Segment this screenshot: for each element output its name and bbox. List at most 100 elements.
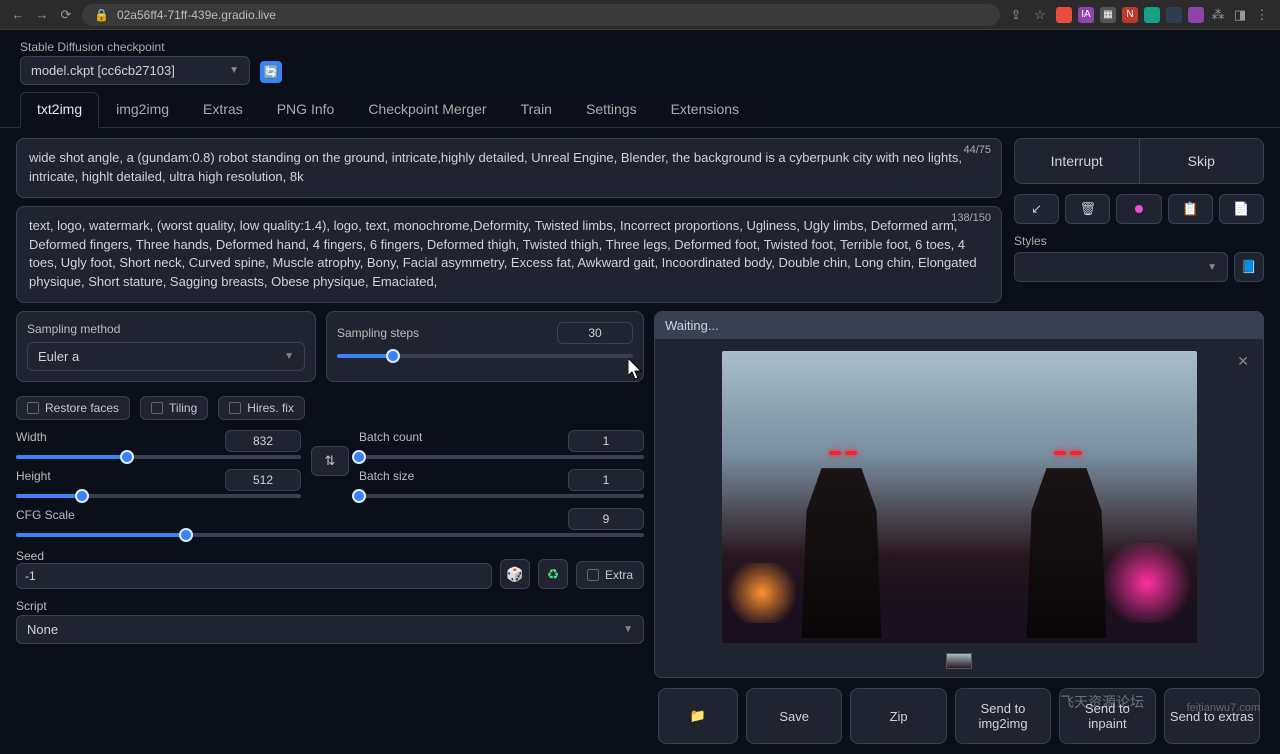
zip-button[interactable]: Zip <box>850 688 946 744</box>
ext-icon-7[interactable] <box>1188 7 1204 23</box>
seed-extra-checkbox[interactable]: Extra <box>576 561 644 589</box>
restore-faces-checkbox[interactable]: Restore faces <box>16 396 130 420</box>
apply-style-button[interactable]: 📘 <box>1234 252 1264 282</box>
batch-size-label: Batch size <box>359 469 414 491</box>
tab-txt2img[interactable]: txt2img <box>20 92 99 128</box>
share-icon[interactable]: ⇪ <box>1008 7 1024 23</box>
height-label: Height <box>16 469 51 491</box>
seed-reuse-button[interactable]: ♻ <box>538 559 568 589</box>
app-header: Stable Diffusion checkpoint model.ckpt [… <box>0 30 1280 91</box>
cfg-label: CFG Scale <box>16 508 75 530</box>
sampling-steps-value[interactable]: 30 <box>557 322 633 344</box>
generate-controls: Interrupt Skip <box>1014 138 1264 184</box>
sidepanel-icon[interactable]: ◨ <box>1232 7 1248 23</box>
clipboard-icon-button[interactable]: 📋 <box>1168 194 1213 224</box>
menu-icon[interactable]: ⋮ <box>1254 7 1270 23</box>
batch-count-label: Batch count <box>359 430 422 452</box>
tab-img2img[interactable]: img2img <box>99 92 186 128</box>
interrupt-button[interactable]: Interrupt <box>1015 139 1140 183</box>
arrow-icon-button[interactable]: ↙ <box>1014 194 1059 224</box>
close-icon[interactable]: ✕ <box>1237 353 1249 370</box>
seed-random-button[interactable]: 🎲 <box>500 559 530 589</box>
ext-icon-3[interactable]: ▦ <box>1100 7 1116 23</box>
open-folder-button[interactable]: 📁 <box>658 688 738 744</box>
reload-icon[interactable]: ⟳ <box>58 7 74 23</box>
tab-train[interactable]: Train <box>504 92 569 128</box>
reload-checkpoint-button[interactable]: 🔄 <box>260 61 282 83</box>
chevron-down-icon: ▼ <box>284 351 294 362</box>
url-text: 02a56ff4-71ff-439e.gradio.live <box>117 8 276 22</box>
sampling-method-value: Euler a <box>38 349 79 364</box>
ext-icon-1[interactable] <box>1056 7 1072 23</box>
file-icon-button[interactable]: 📄 <box>1219 194 1264 224</box>
chevron-down-icon: ▼ <box>1207 262 1217 273</box>
browser-chrome: ← → ⟳ 🔒 02a56ff4-71ff-439e.gradio.live ⇪… <box>0 0 1280 30</box>
back-icon[interactable]: ← <box>10 7 26 22</box>
width-slider[interactable] <box>16 455 301 459</box>
script-label: Script <box>16 599 644 613</box>
main-content: 44/75 wide shot angle, a (gundam:0.8) ro… <box>0 128 1280 754</box>
seed-label: Seed <box>16 549 492 563</box>
sampling-steps-label: Sampling steps <box>337 326 419 340</box>
styles-label: Styles <box>1014 234 1264 248</box>
main-tabs: txt2img img2img Extras PNG Info Checkpoi… <box>0 91 1280 128</box>
width-label: Width <box>16 430 47 452</box>
cfg-value[interactable]: 9 <box>568 508 644 530</box>
sampling-method-select[interactable]: Euler a ▼ <box>27 342 305 371</box>
checkpoint-label: Stable Diffusion checkpoint <box>20 40 250 54</box>
forward-icon[interactable]: → <box>34 7 50 22</box>
swap-dims-button[interactable]: ⇅ <box>311 446 349 476</box>
output-status: Waiting... <box>655 312 1263 339</box>
height-slider[interactable] <box>16 494 301 498</box>
chevron-down-icon: ▼ <box>229 65 239 76</box>
height-value[interactable]: 512 <box>225 469 301 491</box>
sampling-steps-slider[interactable] <box>337 354 633 358</box>
hires-fix-checkbox[interactable]: Hires. fix <box>218 396 305 420</box>
negative-prompt-textarea[interactable]: 138/150 text, logo, watermark, (worst qu… <box>16 206 1002 303</box>
send-to-extras-button[interactable]: Send to extras <box>1164 688 1260 744</box>
sampling-method-label: Sampling method <box>27 322 305 336</box>
checkpoint-select[interactable]: model.ckpt [cc6cb27103] ▼ <box>20 56 250 85</box>
output-thumbnail[interactable] <box>946 653 972 669</box>
ext-icon-6[interactable] <box>1166 7 1182 23</box>
tab-pnginfo[interactable]: PNG Info <box>260 92 352 128</box>
checkpoint-value: model.ckpt [cc6cb27103] <box>31 63 175 78</box>
extra-networks-button[interactable] <box>1116 194 1161 224</box>
watermark-1: 飞天资源论坛 <box>1060 692 1144 712</box>
output-image[interactable] <box>722 351 1197 643</box>
prompt-token-count: 44/75 <box>963 143 991 159</box>
url-bar[interactable]: 🔒 02a56ff4-71ff-439e.gradio.live <box>82 4 1000 26</box>
extensions-icon[interactable]: ⁂ <box>1210 7 1226 23</box>
tab-settings[interactable]: Settings <box>569 92 654 128</box>
save-button[interactable]: Save <box>746 688 842 744</box>
negative-text: text, logo, watermark, (worst quality, l… <box>29 218 977 290</box>
star-icon[interactable]: ☆ <box>1032 7 1048 23</box>
prompt-text: wide shot angle, a (gundam:0.8) robot st… <box>29 150 962 184</box>
output-panel: Waiting... ✕ <box>654 311 1264 678</box>
tab-extensions[interactable]: Extensions <box>654 92 756 128</box>
send-to-img2img-button[interactable]: Send to img2img <box>955 688 1051 744</box>
batch-size-value[interactable]: 1 <box>568 469 644 491</box>
width-value[interactable]: 832 <box>225 430 301 452</box>
tiling-checkbox[interactable]: Tiling <box>140 396 208 420</box>
ext-icon-5[interactable] <box>1144 7 1160 23</box>
lock-icon: 🔒 <box>94 8 109 22</box>
prompt-textarea[interactable]: 44/75 wide shot angle, a (gundam:0.8) ro… <box>16 138 1002 198</box>
chevron-down-icon: ▼ <box>623 624 633 635</box>
batch-size-slider[interactable] <box>359 494 644 498</box>
negative-token-count: 138/150 <box>951 211 991 227</box>
ext-icon-4[interactable]: N <box>1122 7 1138 23</box>
tab-checkpoint-merger[interactable]: Checkpoint Merger <box>351 92 503 128</box>
seed-input[interactable] <box>16 563 492 589</box>
tab-extras[interactable]: Extras <box>186 92 260 128</box>
cfg-slider[interactable] <box>16 533 644 537</box>
trash-icon-button[interactable]: 🗑 <box>1065 194 1110 224</box>
styles-select[interactable]: ▼ <box>1014 252 1228 282</box>
ext-icon-2[interactable]: IA <box>1078 7 1094 23</box>
script-value: None <box>27 622 58 637</box>
batch-count-value[interactable]: 1 <box>568 430 644 452</box>
batch-count-slider[interactable] <box>359 455 644 459</box>
skip-button[interactable]: Skip <box>1140 139 1264 183</box>
watermark-2: feitianwu7.com <box>1187 702 1260 714</box>
script-select[interactable]: None ▼ <box>16 615 644 644</box>
